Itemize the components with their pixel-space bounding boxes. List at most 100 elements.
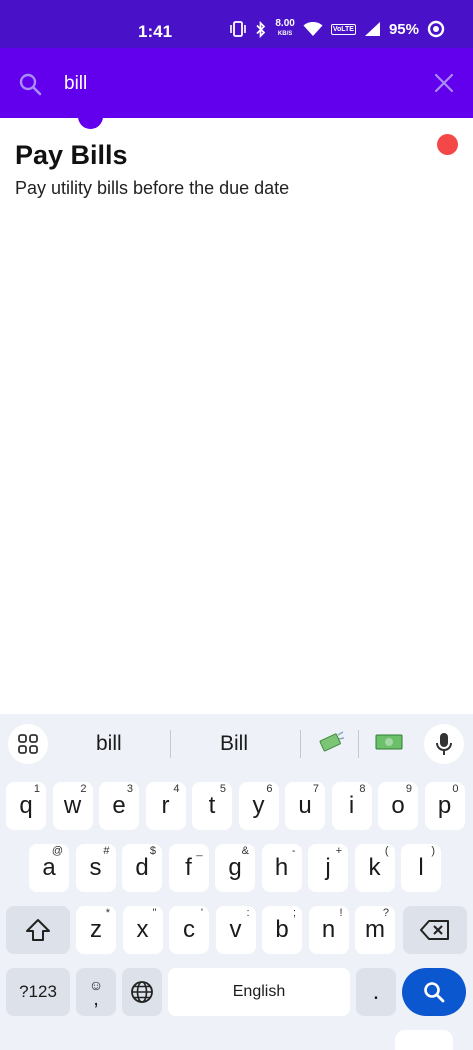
key-u[interactable]: u7 [285,782,325,830]
key-label: u [298,792,312,819]
list-item[interactable]: Pay Bills Pay utility bills before the d… [0,126,473,216]
key-hint: ; [292,907,296,919]
key-l[interactable]: l) [401,844,441,892]
search-action-key[interactable] [402,968,466,1016]
net-speed-unit: KB/S [277,31,293,37]
key-hint: : [246,907,250,919]
key-o[interactable]: o9 [378,782,418,830]
divider [300,730,301,758]
language-globe-icon[interactable] [122,968,162,1016]
key-hint: 9 [405,783,412,795]
key-label: i [348,792,355,819]
key-t[interactable]: t5 [192,782,232,830]
key-label: y [252,792,265,819]
suggestion-2[interactable]: Bill [220,732,248,756]
key-label: h [274,854,289,881]
key-y[interactable]: y6 [238,782,279,830]
key-label: q [19,792,33,819]
suggestion-1[interactable]: bill [96,732,122,756]
key-label: n [321,916,336,943]
key-label: m [365,916,385,943]
key-r[interactable]: r4 [145,782,186,830]
key-g[interactable]: g & [215,844,255,892]
battery-percent: 95% [388,20,419,38]
key-label: r [161,792,170,819]
key-hint: @ [51,845,63,857]
status-bar: 1:41 8.00 KB/S Vo LTE 95% [0,0,473,48]
key-hint: 5 [219,783,226,795]
keyboard: bill Bill q1w2e3r4t5y6u7i8o9p0 a @ s # d $ f _ g… [0,714,473,1050]
close-icon[interactable] [434,73,454,97]
signal-icon [364,21,381,37]
key-label: f [185,854,192,881]
key-c[interactable]: c ' [169,906,209,954]
key-label: p [437,792,452,819]
key-label: c [183,916,195,943]
key-label: x [136,916,149,943]
key-f[interactable]: f _ [168,844,209,892]
key-w[interactable]: w2 [52,782,93,830]
key-a[interactable]: a @ [29,844,69,892]
key-q[interactable]: q1 [6,782,46,830]
volte-icon: Vo LTE [330,23,356,35]
key-x[interactable]: x " [122,906,163,954]
key-label: o [391,792,405,819]
key-hint: + [335,845,342,857]
key-s[interactable]: s # [75,844,116,892]
key-e[interactable]: e3 [99,782,139,830]
apps-grid-icon[interactable] [8,724,48,764]
key-label: z [90,916,102,943]
key-label: a [42,854,56,881]
key-k[interactable]: k( [354,844,395,892]
key-p[interactable]: p0 [424,782,465,830]
key-hint: ! [339,907,343,919]
symbols-key[interactable]: ?123 [6,968,70,1016]
status-time: 1:41 [138,22,173,41]
backspace-key[interactable] [403,906,467,954]
key-hint: 7 [312,783,319,795]
microphone-icon[interactable] [424,724,464,764]
key-label: s [89,854,102,881]
shift-key[interactable] [6,906,70,954]
key-hint: ( [384,845,389,857]
key-m[interactable]: m? [355,906,395,954]
key-b[interactable]: b; [262,906,302,954]
result-description: Pay utility bills before the due date [15,178,290,198]
key-label: v [229,916,242,943]
key-hint: 2 [80,783,87,795]
key-hint: ' [200,907,203,919]
key-v[interactable]: v: [215,906,256,954]
key-h[interactable]: h- [261,844,302,892]
key-hint: 6 [266,783,273,795]
battery-ring-icon [427,20,445,38]
period-key[interactable]: . [356,968,396,1016]
wifi-icon [303,21,323,37]
key-label: j [325,854,331,881]
key-label: g [228,854,242,881]
search-icon[interactable] [18,72,42,101]
key-d[interactable]: d $ [122,844,162,892]
flying-money-emoji-icon[interactable] [318,731,345,753]
priority-dot [437,134,458,155]
divider [358,730,359,758]
screen: 1:41 8.00 KB/S Vo LTE 95% bill Pay Bills… [0,0,473,1050]
key-z[interactable]: z * [76,906,116,954]
emoji-key[interactable]: ☺ , [76,968,116,1016]
dollar-banknote-emoji-icon[interactable] [375,731,403,753]
search-input[interactable] [64,73,404,95]
key-label: d [135,854,149,881]
key-i[interactable]: i8 [331,782,372,830]
network-speed: 8.00 KB/S [275,19,294,38]
key-hint: 4 [173,783,180,795]
key-j[interactable]: j + [308,844,348,892]
space-key[interactable]: English [168,968,350,1016]
key-hint: ) [431,845,435,857]
key-hint: 8 [359,783,366,795]
key-hint: - [291,845,296,857]
key-n[interactable]: n! [308,906,349,954]
comma-label: , [93,988,99,1010]
key-hint: ? [382,907,389,919]
key-hint: 1 [33,783,40,795]
key-hint: 3 [126,783,133,795]
bluetooth-icon [255,20,267,38]
